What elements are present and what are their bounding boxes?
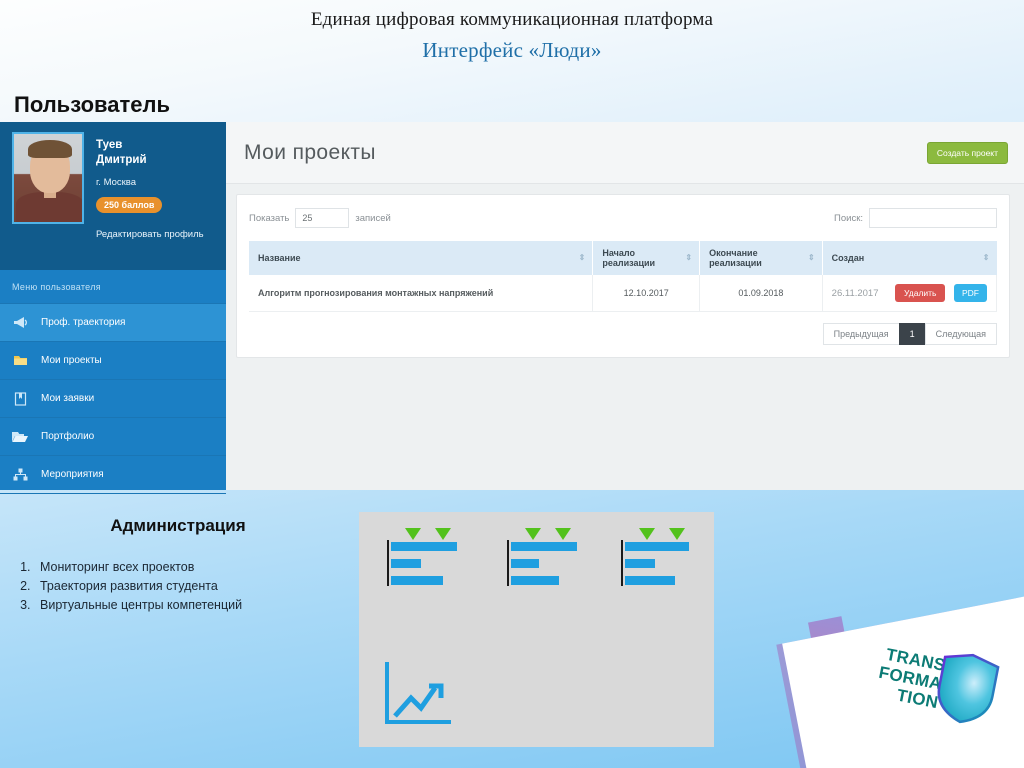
pagination: Предыдущая 1 Следующая xyxy=(249,323,997,345)
sidebar-item-label: Мои заявки xyxy=(41,393,95,404)
table-header-row: Название ⇕ Начало реализации ⇕ Окончание… xyxy=(249,241,997,275)
marker-triangle-icon xyxy=(555,528,571,540)
sidebar-item-my-projects[interactable]: Мои проекты xyxy=(0,342,226,380)
page-title: Мои проекты xyxy=(244,140,376,164)
records-label: записей xyxy=(355,212,391,224)
column-label: Создан xyxy=(831,253,865,263)
section-label: Пользователь xyxy=(14,92,171,117)
pdf-button[interactable]: PDF xyxy=(953,284,987,302)
marker-triangle-icon xyxy=(435,528,451,540)
sidebar-item-label: Проф. траектория xyxy=(41,317,126,328)
marker-triangle-icon xyxy=(669,528,685,540)
administration-heading: Администрация xyxy=(110,516,246,535)
column-header-start[interactable]: Начало реализации ⇕ xyxy=(592,241,701,275)
marker-triangle-icon xyxy=(525,528,541,540)
search-label: Поиск: xyxy=(834,212,863,224)
search-control: Поиск: xyxy=(834,208,997,228)
chart-axis xyxy=(621,540,623,586)
bar xyxy=(391,559,421,568)
column-label: Начало реализации xyxy=(602,248,656,268)
sort-icon[interactable]: ⇕ xyxy=(983,254,990,262)
create-project-button[interactable]: Создать проект xyxy=(926,141,1008,164)
edit-profile-link[interactable]: Редактировать профиль xyxy=(96,229,204,240)
table-row: Алгоритм прогнозирования монтажных напря… xyxy=(249,275,998,312)
list-item: Мониторинг всех проектов xyxy=(34,558,338,577)
profile-last-name: Туев xyxy=(96,139,123,151)
slide-header: Единая цифровая коммуникационная платфор… xyxy=(0,0,1024,63)
table-toolbar: Показать записей Поиск: xyxy=(249,205,997,231)
sitemap-icon xyxy=(12,467,28,483)
bar xyxy=(625,542,689,551)
column-label: Окончание реализации xyxy=(709,248,762,268)
sidebar-menu-title: Меню пользователя xyxy=(0,270,226,304)
profile-first-name: Дмитрий xyxy=(96,154,147,166)
column-header-end[interactable]: Окончание реализации ⇕ xyxy=(699,241,823,275)
megaphone-icon xyxy=(12,315,28,331)
bar xyxy=(625,576,675,585)
cell-created-date: 26.11.2017 xyxy=(831,288,879,299)
column-header-created[interactable]: Создан ⇕ xyxy=(822,241,997,275)
sidebar-item-label: Мероприятия xyxy=(41,469,104,480)
show-entries-input[interactable] xyxy=(295,208,350,228)
show-entries-control: Показать записей xyxy=(249,208,391,228)
dashboard-mockup xyxy=(359,512,714,747)
column-header-name[interactable]: Название ⇕ xyxy=(249,241,594,275)
sort-icon[interactable]: ⇕ xyxy=(579,254,586,262)
sidebar-item-portfolio[interactable]: Портфолио xyxy=(0,418,226,456)
administration-block: Администрация Мониторинг всех проектов Т… xyxy=(18,516,338,615)
marker-triangle-icon xyxy=(405,528,421,540)
administration-list: Мониторинг всех проектов Траектория разв… xyxy=(34,558,338,615)
profile-card: Туев Дмитрий г. Москва 250 баллов Редакт… xyxy=(0,122,226,270)
cell-created-and-actions: 26.11.2017 Удалить PDF xyxy=(822,275,998,312)
chart-axis xyxy=(387,540,389,586)
pagination-next[interactable]: Следующая xyxy=(924,323,997,345)
content-topbar: Мои проекты Создать проект xyxy=(226,122,1024,184)
sidebar-item-my-requests[interactable]: Мои заявки xyxy=(0,380,226,418)
avatar xyxy=(12,132,84,224)
column-label: Название xyxy=(258,253,301,263)
app-screenshot: Туев Дмитрий г. Москва 250 баллов Редакт… xyxy=(0,122,1024,494)
marker-triangle-icon xyxy=(639,528,655,540)
cell-end-date: 01.09.2018 xyxy=(699,275,823,312)
projects-card: Показать записей Поиск: Название ⇕ xyxy=(236,194,1010,358)
folder-icon xyxy=(12,353,28,369)
pagination-page-1[interactable]: 1 xyxy=(898,323,926,345)
folder-open-icon xyxy=(12,429,28,445)
bookmark-icon xyxy=(12,391,28,407)
search-input[interactable] xyxy=(869,208,997,228)
bar xyxy=(625,559,655,568)
points-badge: 250 баллов xyxy=(96,197,163,213)
projects-table: Название ⇕ Начало реализации ⇕ Окончание… xyxy=(249,241,998,312)
sidebar-item-label: Мои проекты xyxy=(41,355,102,366)
cell-start-date: 12.10.2017 xyxy=(592,275,701,312)
sort-icon[interactable]: ⇕ xyxy=(808,254,815,262)
sidebar-item-prof-trajectory[interactable]: Проф. траектория xyxy=(0,304,226,342)
content-area: Мои проекты Создать проект Показать запи… xyxy=(226,122,1024,490)
sidebar-item-events[interactable]: Мероприятия xyxy=(0,456,226,494)
bar xyxy=(391,576,443,585)
slide-subtitle: Интерфейс «Люди» xyxy=(422,38,602,62)
bar xyxy=(511,576,559,585)
slide-title: Единая цифровая коммуникационная платфор… xyxy=(310,9,714,30)
sidebar-item-label: Портфолио xyxy=(41,431,95,442)
list-item: Траектория развития студента xyxy=(34,577,338,596)
bar xyxy=(511,559,539,568)
bar xyxy=(511,542,577,551)
sort-icon[interactable]: ⇕ xyxy=(685,254,692,262)
chart-axis xyxy=(507,540,509,586)
show-label: Показать xyxy=(249,212,290,224)
delete-button[interactable]: Удалить xyxy=(895,284,946,302)
cell-project-name: Алгоритм прогнозирования монтажных напря… xyxy=(249,275,594,312)
line-chart-icon xyxy=(383,660,455,728)
sidebar: Туев Дмитрий г. Москва 250 баллов Редакт… xyxy=(0,122,226,494)
list-item: Виртуальные центры компетенций xyxy=(34,596,338,615)
bar xyxy=(391,542,457,551)
profile-city: г. Москва xyxy=(96,177,137,188)
pagination-prev[interactable]: Предыдущая xyxy=(822,323,900,345)
